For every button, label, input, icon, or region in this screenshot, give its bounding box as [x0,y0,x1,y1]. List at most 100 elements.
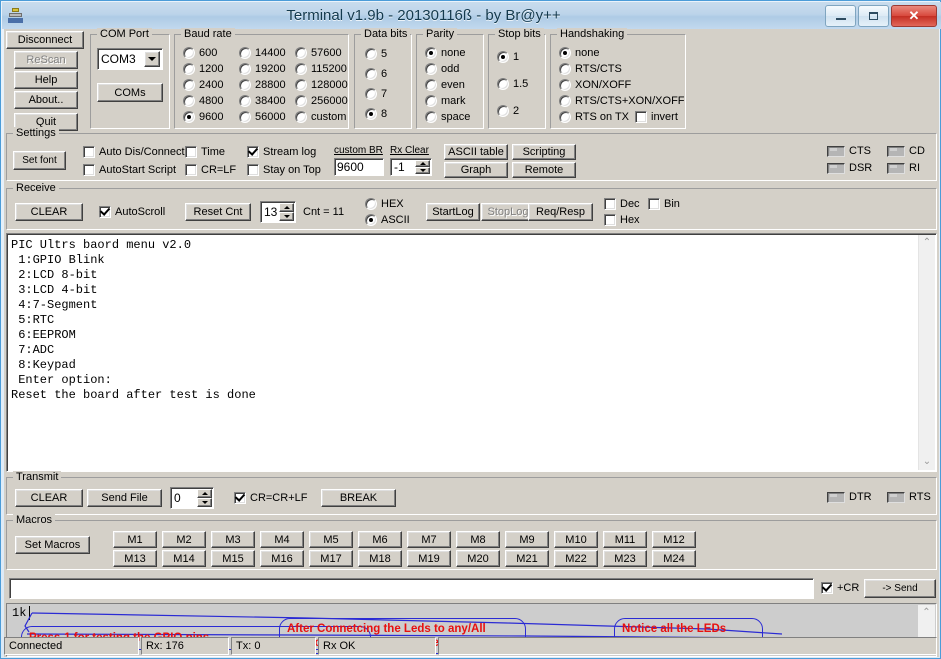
data-bits-radio-6[interactable]: 6 [365,68,387,80]
send-file-button[interactable]: Send File [87,489,162,507]
macro-button-m19[interactable]: M19 [407,550,451,567]
scroll-down-icon[interactable]: ⌄ [923,454,931,470]
stop-bits-radio-1_5[interactable]: 1.5 [497,78,528,90]
macro-button-m18[interactable]: M18 [358,550,402,567]
spinner-up-icon[interactable] [415,160,430,167]
parity-radio-space[interactable]: space [425,111,470,123]
bin-check[interactable]: Bin [648,198,680,210]
baud-radio-14400[interactable]: 14400 [239,47,286,59]
handshaking-radio-none[interactable]: none [559,47,599,59]
baud-radio-9600[interactable]: 9600 [183,111,223,123]
macro-button-m13[interactable]: M13 [113,550,157,567]
com-port-combo[interactable]: COM3 [97,48,163,70]
transmit-delay-spinner[interactable]: 0 [170,487,214,509]
parity-radio-odd[interactable]: odd [425,63,459,75]
macro-button-m9[interactable]: M9 [505,531,549,548]
minimize-button[interactable] [825,4,856,27]
send-cr-check[interactable]: +CR [821,582,859,594]
req-resp-button[interactable]: Req/Resp [528,203,593,221]
remote-button[interactable]: Remote [512,162,576,178]
baud-radio-4800[interactable]: 4800 [183,95,223,107]
hex-check[interactable]: Hex [604,214,640,226]
scroll-up-icon[interactable]: ⌃ [923,235,931,251]
spinner-up-icon[interactable] [197,489,212,498]
baud-radio-57600[interactable]: 57600 [295,47,342,59]
spinner-down-icon[interactable] [279,212,294,221]
ascii-table-button[interactable]: ASCII table [444,144,508,160]
baud-radio-custom[interactable]: custom [295,111,346,123]
autostart-script-check[interactable]: AutoStart Script [83,164,176,176]
macro-button-m8[interactable]: M8 [456,531,500,548]
baud-radio-1200[interactable]: 1200 [183,63,223,75]
stop-bits-radio-2[interactable]: 2 [497,105,519,117]
macro-button-m15[interactable]: M15 [211,550,255,567]
baud-radio-38400[interactable]: 38400 [239,95,286,107]
transmit-clear-button[interactable]: CLEAR [15,489,83,507]
stay-on-top-check[interactable]: Stay on Top [247,164,321,176]
macro-button-m11[interactable]: M11 [603,531,647,548]
startlog-button[interactable]: StartLog [426,203,480,221]
custom-br-input[interactable]: 9600 [334,158,384,176]
baud-radio-2400[interactable]: 2400 [183,79,223,91]
coms-button[interactable]: COMs [97,83,163,102]
scroll-up-icon[interactable]: ⌃ [922,605,930,618]
terminal-scrollbar[interactable]: ⌃ ⌄ [918,235,935,470]
dec-check[interactable]: Dec [604,198,640,210]
auto-dis-connect-check[interactable]: Auto Dis/Connect [83,146,185,158]
parity-radio-none[interactable]: none [425,47,465,59]
scripting-button[interactable]: Scripting [512,144,576,160]
handshaking-radio-xonxoff[interactable]: XON/XOFF [559,79,631,91]
handshaking-radio-rtscts[interactable]: RTS/CTS [559,63,622,75]
set-macros-button[interactable]: Set Macros [15,536,90,554]
macro-button-m24[interactable]: M24 [652,550,696,567]
stop-bits-radio-1[interactable]: 1 [497,51,519,63]
handshaking-invert-check[interactable]: invert [635,111,678,123]
send-input[interactable] [9,578,814,599]
send-button[interactable]: -> Send [864,579,936,598]
macro-button-m4[interactable]: M4 [260,531,304,548]
macro-button-m7[interactable]: M7 [407,531,451,548]
macro-button-m10[interactable]: M10 [554,531,598,548]
terminal-output[interactable]: PIC Ultrs baord menu v2.0 1:GPIO Blink 2… [6,233,937,472]
macro-button-m12[interactable]: M12 [652,531,696,548]
macro-button-m1[interactable]: M1 [113,531,157,548]
macro-button-m23[interactable]: M23 [603,550,647,567]
macro-button-m6[interactable]: M6 [358,531,402,548]
parity-radio-mark[interactable]: mark [425,95,465,107]
baud-radio-28800[interactable]: 28800 [239,79,286,91]
receive-radio-ascii[interactable]: ASCII [365,214,410,226]
receive-clear-button[interactable]: CLEAR [15,203,83,221]
spinner-down-icon[interactable] [415,167,430,174]
autoscroll-check[interactable]: AutoScroll [99,206,165,218]
maximize-button[interactable] [858,4,889,27]
rx-clear-spinner[interactable]: -1 [390,158,432,176]
cr-cr-lf-check[interactable]: CR=CR+LF [234,492,307,504]
macro-button-m20[interactable]: M20 [456,550,500,567]
break-button[interactable]: BREAK [321,489,396,507]
handshaking-radio-rtscts-xonxoff[interactable]: RTS/CTS+XON/XOFF [559,95,685,107]
macro-button-m21[interactable]: M21 [505,550,549,567]
set-font-button[interactable]: Set font [13,151,66,170]
time-check[interactable]: Time [185,146,225,158]
parity-radio-even[interactable]: even [425,79,465,91]
handshaking-radio-rts-on-tx[interactable]: RTS on TX [559,111,629,123]
baud-radio-600[interactable]: 600 [183,47,217,59]
baud-radio-128000[interactable]: 128000 [295,79,348,91]
macro-button-m17[interactable]: M17 [309,550,353,567]
macro-button-m5[interactable]: M5 [309,531,353,548]
help-button[interactable]: Help [14,71,78,89]
data-bits-radio-7[interactable]: 7 [365,88,387,100]
baud-radio-115200[interactable]: 115200 [295,63,347,75]
baud-radio-256000[interactable]: 256000 [295,95,348,107]
reset-cnt-button[interactable]: Reset Cnt [185,203,251,221]
baud-radio-56000[interactable]: 56000 [239,111,286,123]
receive-size-spinner[interactable]: 13 [260,201,296,223]
stream-log-check[interactable]: Stream log [247,146,316,158]
close-button[interactable]: ✕ [891,4,937,27]
macro-button-m16[interactable]: M16 [260,550,304,567]
chevron-down-icon[interactable] [144,51,160,67]
cr-lf-check[interactable]: CR=LF [185,164,236,176]
baud-radio-19200[interactable]: 19200 [239,63,286,75]
disconnect-button[interactable]: Disconnect [6,31,84,49]
spinner-up-icon[interactable] [279,203,294,212]
